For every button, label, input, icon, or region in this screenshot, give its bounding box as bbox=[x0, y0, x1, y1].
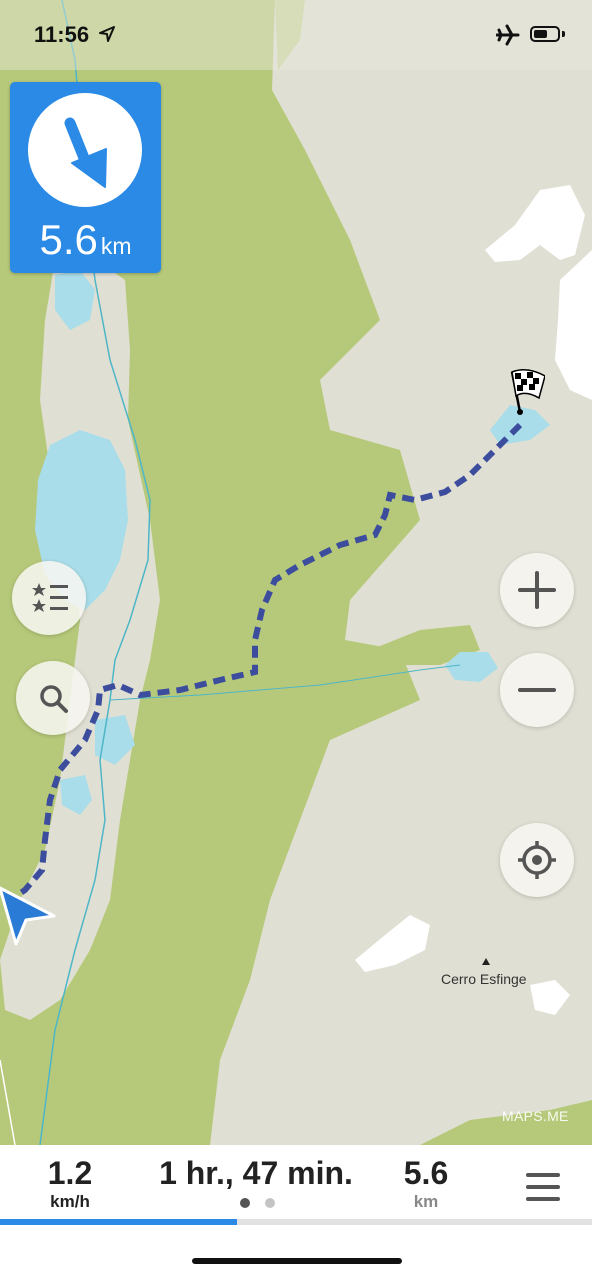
my-location-icon bbox=[518, 841, 556, 879]
page-dot-inactive bbox=[265, 1198, 275, 1208]
turn-icon-circle bbox=[28, 93, 142, 207]
remaining-distance-value: 5.6 bbox=[403, 1155, 449, 1191]
search-button[interactable] bbox=[16, 661, 90, 735]
page-dot-active bbox=[240, 1198, 250, 1208]
star-list-icon bbox=[32, 583, 68, 612]
home-indicator[interactable] bbox=[192, 1258, 402, 1264]
turn-distance: 5.6 km bbox=[10, 216, 161, 264]
current-position-arrow-icon bbox=[0, 886, 56, 946]
battery-icon bbox=[530, 26, 560, 42]
route-info-panel: 1.2 km/h 1 hr., 47 min. 5.6 km bbox=[0, 1145, 592, 1280]
peak-marker-icon bbox=[482, 958, 490, 965]
zoom-in-button[interactable] bbox=[500, 553, 574, 627]
airplane-icon bbox=[496, 24, 520, 46]
zoom-out-button[interactable] bbox=[500, 653, 574, 727]
finish-flag-icon bbox=[510, 369, 545, 415]
hamburger-menu-icon[interactable] bbox=[520, 1169, 564, 1205]
route-progress-fill bbox=[0, 1219, 237, 1225]
remaining-distance-unit: km bbox=[413, 1192, 439, 1211]
turn-distance-unit: km bbox=[100, 233, 132, 259]
speed-value: 1.2 bbox=[47, 1155, 93, 1191]
route-progress-bar bbox=[0, 1219, 592, 1225]
speed-unit: km/h bbox=[50, 1192, 90, 1211]
map-copyright: MAPS.ME bbox=[502, 1108, 569, 1124]
status-bar: 11:56 bbox=[0, 0, 592, 70]
eta-value[interactable]: 1 hr., 47 min. bbox=[130, 1155, 382, 1192]
bookmarks-button[interactable] bbox=[12, 561, 86, 635]
battery-tip bbox=[562, 31, 565, 37]
search-icon bbox=[40, 685, 68, 713]
turn-distance-value: 5.6 bbox=[39, 216, 98, 263]
plus-icon bbox=[518, 571, 556, 609]
turn-instruction-card[interactable]: 5.6 km bbox=[10, 82, 161, 273]
my-location-button[interactable] bbox=[500, 823, 574, 897]
arrow-down-right-icon bbox=[64, 117, 107, 188]
place-label-cerro-esfinge: Cerro Esfinge bbox=[441, 971, 527, 987]
location-arrow-icon bbox=[99, 26, 115, 42]
status-time: 11:56 bbox=[34, 22, 90, 47]
minus-icon bbox=[518, 688, 556, 692]
